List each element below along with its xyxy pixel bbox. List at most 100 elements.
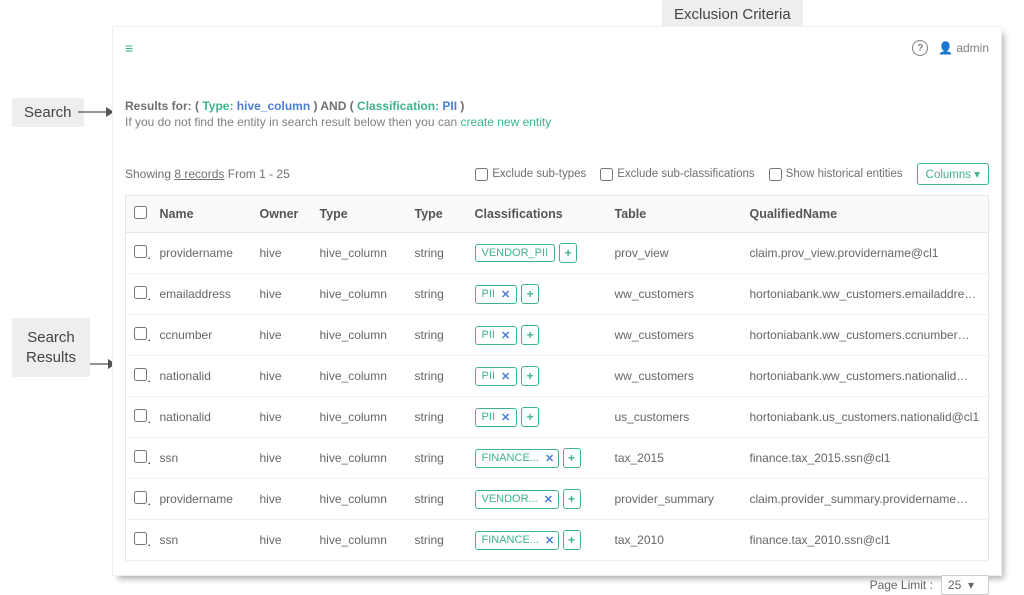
- remove-tag-icon[interactable]: ✕: [545, 452, 554, 465]
- classification-tag[interactable]: VENDOR_PII: [475, 244, 556, 262]
- type2-cell: string: [407, 315, 467, 356]
- name-cell[interactable]: providername: [152, 233, 252, 274]
- remove-tag-icon[interactable]: ✕: [545, 534, 554, 547]
- name-cell[interactable]: ccnumber: [152, 315, 252, 356]
- app-panel: ≡ ? admin Results for: ( Type: hive_colu…: [112, 26, 1002, 576]
- help-icon[interactable]: ?: [912, 40, 928, 56]
- type-cell[interactable]: hive_column: [312, 479, 407, 520]
- add-classification-button[interactable]: +: [563, 489, 581, 509]
- table-cell[interactable]: prov_view: [607, 233, 742, 274]
- col-type2[interactable]: Type: [407, 196, 467, 233]
- type2-cell: string: [407, 233, 467, 274]
- name-cell[interactable]: providername: [152, 479, 252, 520]
- type-label: Type:: [202, 99, 236, 113]
- table-cell[interactable]: ww_customers: [607, 315, 742, 356]
- show-historical[interactable]: Show historical entities: [769, 168, 903, 181]
- row-checkbox[interactable]: [134, 245, 147, 258]
- page-limit-select[interactable]: 25 ▾: [941, 575, 989, 595]
- col-owner[interactable]: Owner: [252, 196, 312, 233]
- results-suffix: ): [457, 99, 464, 113]
- name-cell[interactable]: nationalid: [152, 356, 252, 397]
- row-checkbox[interactable]: [134, 491, 147, 504]
- remove-tag-icon[interactable]: ✕: [501, 329, 510, 342]
- add-classification-button[interactable]: +: [521, 366, 539, 386]
- table-cell[interactable]: tax_2010: [607, 520, 742, 561]
- classification-tag[interactable]: VENDOR...✕: [475, 490, 559, 509]
- type2-cell: string: [407, 520, 467, 561]
- username[interactable]: admin: [956, 41, 989, 55]
- type-cell[interactable]: hive_column: [312, 315, 407, 356]
- add-classification-button[interactable]: +: [521, 284, 539, 304]
- owner-cell: hive: [252, 438, 312, 479]
- table-cell[interactable]: us_customers: [607, 397, 742, 438]
- qualified-name-cell: hortoniabank.ww_customers.emailaddress@c…: [742, 274, 989, 315]
- qualified-name-cell: finance.tax_2015.ssn@cl1: [742, 438, 989, 479]
- hamburger-icon[interactable]: ≡: [125, 40, 133, 56]
- type-cell[interactable]: hive_column: [312, 397, 407, 438]
- classification-tag[interactable]: PII✕: [475, 285, 518, 304]
- classification-tag[interactable]: FINANCE...✕: [475, 531, 559, 550]
- table-cell[interactable]: tax_2015: [607, 438, 742, 479]
- columns-button[interactable]: Columns ▾: [917, 163, 989, 185]
- select-all-checkbox[interactable]: [134, 206, 147, 219]
- add-classification-button[interactable]: +: [563, 448, 581, 468]
- name-cell[interactable]: emailaddress: [152, 274, 252, 315]
- classification-tag[interactable]: PII✕: [475, 408, 518, 427]
- name-cell[interactable]: ssn: [152, 438, 252, 479]
- table-cell[interactable]: ww_customers: [607, 356, 742, 397]
- remove-tag-icon[interactable]: ✕: [501, 370, 510, 383]
- col-qualified-name[interactable]: QualifiedName: [742, 196, 989, 233]
- type-cell[interactable]: hive_column: [312, 356, 407, 397]
- owner-cell: hive: [252, 397, 312, 438]
- results-prefix: Results for: (: [125, 99, 202, 113]
- add-classification-button[interactable]: +: [521, 325, 539, 345]
- type2-cell: string: [407, 274, 467, 315]
- exclude-sub-classifications[interactable]: Exclude sub-classifications: [600, 168, 754, 181]
- owner-cell: hive: [252, 233, 312, 274]
- add-classification-button[interactable]: +: [559, 243, 577, 263]
- type2-cell: string: [407, 438, 467, 479]
- row-checkbox[interactable]: [134, 368, 147, 381]
- remove-tag-icon[interactable]: ✕: [501, 288, 510, 301]
- results-header: Results for: ( Type: hive_column ) AND (…: [125, 99, 989, 129]
- owner-cell: hive: [252, 356, 312, 397]
- exclude-sub-types[interactable]: Exclude sub-types: [475, 168, 586, 181]
- table-cell[interactable]: provider_summary: [607, 479, 742, 520]
- row-checkbox[interactable]: [134, 532, 147, 545]
- type-cell[interactable]: hive_column: [312, 520, 407, 561]
- classification-tag[interactable]: FINANCE...✕: [475, 449, 559, 468]
- table-row: nationalidhivehive_columnstringPII✕+us_c…: [126, 397, 989, 438]
- showing-post: From 1 - 25: [224, 167, 289, 181]
- row-checkbox[interactable]: [134, 450, 147, 463]
- col-classifications[interactable]: Classifications: [467, 196, 607, 233]
- type-cell[interactable]: hive_column: [312, 274, 407, 315]
- row-checkbox[interactable]: [134, 409, 147, 422]
- show-historical-label: Show historical entities: [786, 168, 903, 180]
- page-limit-label: Page Limit :: [870, 578, 933, 592]
- name-cell[interactable]: nationalid: [152, 397, 252, 438]
- qualified-name-cell: hortoniabank.ww_customers.nationalid@cl1: [742, 356, 989, 397]
- classification-tag[interactable]: PII✕: [475, 367, 518, 386]
- add-classification-button[interactable]: +: [563, 530, 581, 550]
- table-cell[interactable]: ww_customers: [607, 274, 742, 315]
- type-cell[interactable]: hive_column: [312, 233, 407, 274]
- table-row: nationalidhivehive_columnstringPII✕+ww_c…: [126, 356, 989, 397]
- col-name[interactable]: Name: [152, 196, 252, 233]
- create-entity-link[interactable]: create new entity: [461, 115, 552, 129]
- qualified-name-cell: hortoniabank.us_customers.nationalid@cl1: [742, 397, 989, 438]
- classification-tag[interactable]: PII✕: [475, 326, 518, 345]
- footer: Page Limit : 25 ▾: [125, 575, 989, 595]
- row-checkbox[interactable]: [134, 327, 147, 340]
- add-classification-button[interactable]: +: [521, 407, 539, 427]
- user-icon: [938, 41, 953, 55]
- type-cell[interactable]: hive_column: [312, 438, 407, 479]
- col-table[interactable]: Table: [607, 196, 742, 233]
- row-checkbox[interactable]: [134, 286, 147, 299]
- remove-tag-icon[interactable]: ✕: [501, 411, 510, 424]
- name-cell[interactable]: ssn: [152, 520, 252, 561]
- callout-search-results: Search Results: [12, 318, 90, 377]
- remove-tag-icon[interactable]: ✕: [544, 493, 553, 506]
- col-type[interactable]: Type: [312, 196, 407, 233]
- qualified-name-cell: hortoniabank.ww_customers.ccnumber@cl1: [742, 315, 989, 356]
- owner-cell: hive: [252, 315, 312, 356]
